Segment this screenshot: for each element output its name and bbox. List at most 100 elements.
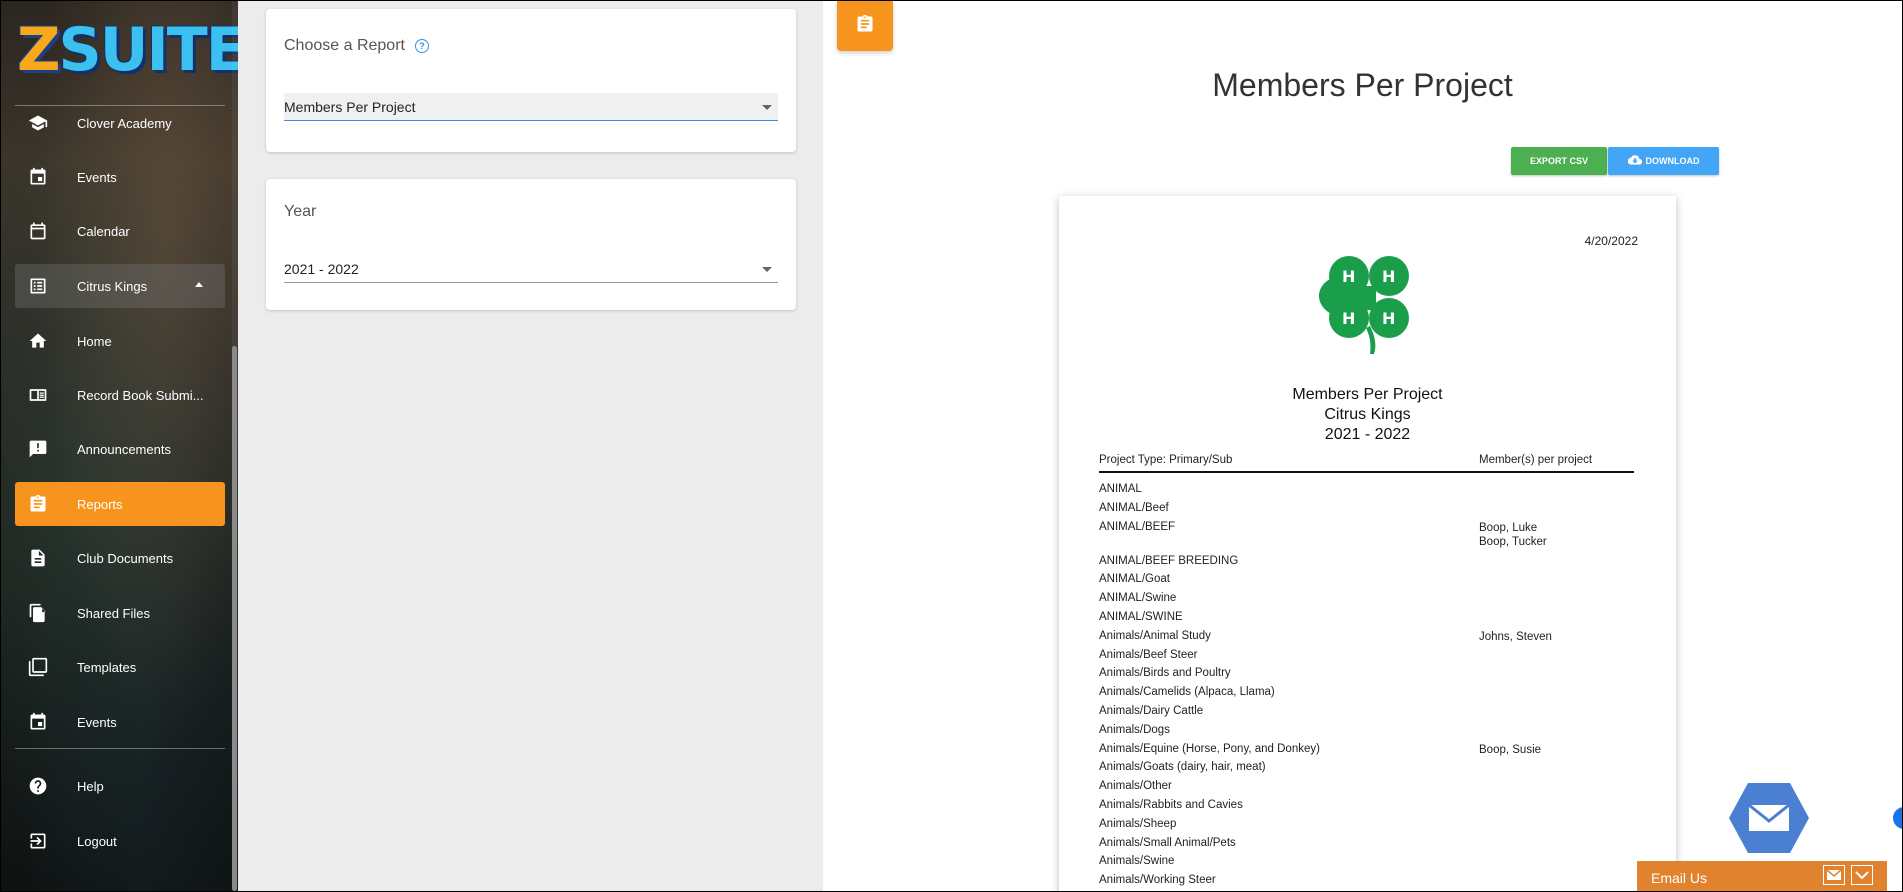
sidebar-item-label: Home xyxy=(77,333,112,349)
sidebar-item-label: Shared Files xyxy=(77,605,150,621)
sidebar-item-label: Citrus Kings xyxy=(77,278,148,294)
member-name: Boop, Tucker xyxy=(1479,535,1547,548)
report-club: Citrus Kings xyxy=(1324,406,1411,423)
report-year: 2021 - 2022 xyxy=(1324,426,1411,443)
project-type: ANIMAL/BEEF BREEDING xyxy=(1099,554,1239,567)
home-icon xyxy=(27,330,49,352)
sidebar-item-events-2[interactable]: Events xyxy=(15,700,225,744)
year-label: Year xyxy=(284,203,317,220)
sidebar-divider xyxy=(15,748,225,749)
report-document: 4/20/2022 H H H H Members Per Project Citr… xyxy=(1059,196,1676,891)
export-csv-label: EXPORT CSV xyxy=(1529,156,1588,166)
sidebar-item-label: Events xyxy=(77,714,117,730)
project-type: Animals/Sheep xyxy=(1099,817,1177,830)
report-row: Animals/Working Steer xyxy=(1099,874,1634,886)
report-row: ANIMAL/Swine xyxy=(1099,592,1634,604)
app-window: ZSUITE Clover Academy Events Calendar Ci… xyxy=(0,0,1903,892)
report-heading: Members Per Project xyxy=(1292,386,1443,403)
sidebar-item-templates[interactable]: Templates xyxy=(15,645,225,689)
report-title: Members Per Project xyxy=(1212,67,1513,103)
sidebar-item-label: Help xyxy=(77,778,104,794)
report-selector-card: Choose a Report? Members Per Project xyxy=(266,9,796,152)
member-name: Johns, Steven xyxy=(1479,630,1552,643)
chevron-up-icon[interactable] xyxy=(195,282,203,287)
report-row: ANIMAL xyxy=(1099,483,1634,495)
report-row: Animals/Equine (Horse, Pony, and Donkey)… xyxy=(1099,742,1634,757)
sidebar-item-announcements[interactable]: Announcements xyxy=(15,427,225,471)
zsuite-logo[interactable]: ZSUITE xyxy=(17,15,238,85)
project-type: Animals/Birds and Poultry xyxy=(1099,667,1231,680)
sidebar-item-club-documents[interactable]: Club Documents xyxy=(15,536,225,580)
dropdown-arrow-icon xyxy=(762,105,772,110)
project-type: ANIMAL/SWINE xyxy=(1099,611,1183,623)
project-type: ANIMAL/Swine xyxy=(1099,592,1177,605)
project-type: Animals/Other xyxy=(1099,780,1172,793)
report-date: 4/20/2022 xyxy=(1584,234,1638,248)
report-row: Animals/Swine xyxy=(1099,855,1634,867)
report-row: ANIMAL/BEEF BREEDING xyxy=(1099,555,1634,567)
sidebar-item-label: Announcements xyxy=(77,441,171,457)
report-select[interactable]: Members Per Project xyxy=(284,93,778,121)
year-selector-card: Year 2021 - 2022 xyxy=(266,179,796,310)
svg-text:H: H xyxy=(1382,309,1395,328)
cloud-download-icon xyxy=(1627,153,1646,169)
download-label: DOWNLOAD xyxy=(1645,156,1700,166)
sidebar-item-events[interactable]: Events xyxy=(15,155,225,199)
report-row: Animals/Small Animal/Pets xyxy=(1099,837,1634,849)
choose-report-text: Choose a Report xyxy=(284,37,405,54)
book-icon xyxy=(27,384,49,406)
email-us-bar[interactable]: Email Us xyxy=(1637,861,1887,891)
sidebar-item-label: Record Book Submi... xyxy=(77,387,204,403)
report-row: ANIMAL/Goat xyxy=(1099,573,1634,585)
sidebar-item-label: Logout xyxy=(77,833,117,849)
question-circle-icon[interactable]: ? xyxy=(414,38,429,53)
export-csv-button[interactable]: EXPORT CSV xyxy=(1511,147,1607,175)
sidebar-item-label: Reports xyxy=(77,496,123,512)
sidebar-item-citrus-kings[interactable]: Citrus Kings xyxy=(15,264,225,308)
report-icon xyxy=(27,493,49,515)
project-type: ANIMAL/BEEF xyxy=(1099,520,1176,533)
project-type: Animals/Beef Steer xyxy=(1099,648,1198,661)
report-row: Animals/Rabbits and Cavies xyxy=(1099,799,1634,811)
sidebar-item-logout[interactable]: Logout xyxy=(15,819,225,863)
calendar-event-icon xyxy=(27,711,49,733)
project-members: Boop, Susie xyxy=(1479,743,1541,757)
calendar-event-icon xyxy=(27,166,49,188)
envelope-icon[interactable] xyxy=(1823,865,1845,885)
sidebar-item-record-book[interactable]: Record Book Submi... xyxy=(15,373,225,417)
mail-hexagon-button[interactable] xyxy=(1727,781,1811,855)
member-name: Boop, Luke xyxy=(1479,521,1538,534)
report-tab[interactable] xyxy=(837,1,893,51)
report-row: Animals/Other xyxy=(1099,780,1634,792)
project-type: Animals/Equine (Horse, Pony, and Donkey) xyxy=(1099,742,1320,755)
sidebar-item-help[interactable]: Help xyxy=(15,764,225,808)
logout-icon xyxy=(27,830,49,852)
sidebar: ZSUITE Clover Academy Events Calendar Ci… xyxy=(1,1,238,891)
calendar-icon xyxy=(27,220,49,242)
email-us-label: Email Us xyxy=(1651,870,1708,886)
help-icon xyxy=(27,775,49,797)
dropdown-arrow-icon xyxy=(762,267,772,272)
svg-text:H: H xyxy=(1342,267,1355,286)
project-type: ANIMAL xyxy=(1099,483,1142,495)
sidebar-scrollbar-thumb[interactable] xyxy=(232,346,237,891)
announcement-icon xyxy=(27,438,49,460)
year-select-value: 2021 - 2022 xyxy=(284,261,359,277)
chevron-down-icon[interactable] xyxy=(1851,865,1873,885)
sidebar-item-home[interactable]: Home xyxy=(15,319,225,363)
report-row: Animals/Birds and Poultry xyxy=(1099,667,1634,679)
choose-report-label: Choose a Report? xyxy=(284,37,429,55)
graduation-cap-icon xyxy=(27,112,49,134)
sidebar-item-reports[interactable]: Reports xyxy=(15,482,225,526)
project-type: Animals/Dairy Cattle xyxy=(1099,705,1204,717)
report-row: ANIMAL/Beef xyxy=(1099,502,1634,514)
sidebar-item-calendar[interactable]: Calendar xyxy=(15,209,225,253)
sidebar-item-label: Templates xyxy=(77,659,137,675)
column-header-project: Project Type: Primary/Sub xyxy=(1099,454,1233,466)
year-select[interactable]: 2021 - 2022 xyxy=(284,255,778,283)
download-button[interactable]: DOWNLOAD xyxy=(1608,147,1719,175)
sidebar-item-clover-academy[interactable]: Clover Academy xyxy=(15,101,225,145)
project-type: Animals/Small Animal/Pets xyxy=(1099,836,1236,849)
sidebar-item-shared-files[interactable]: Shared Files xyxy=(15,591,225,635)
project-type: Animals/Working Steer xyxy=(1099,874,1216,887)
